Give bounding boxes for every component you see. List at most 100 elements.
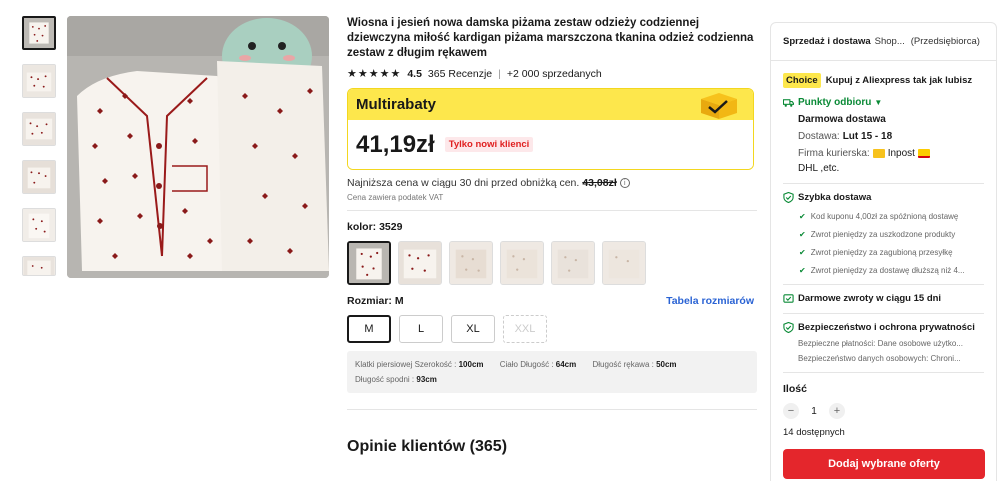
lowest-price-text: Najniższa cena w ciągu 30 dni przed obni… xyxy=(347,177,580,189)
reviews-link[interactable]: 365 Recenzje xyxy=(428,68,492,80)
quantity-label: Ilość xyxy=(783,383,807,395)
thumbnail-3[interactable] xyxy=(22,112,56,146)
color-swatch-2[interactable] xyxy=(398,241,442,285)
pickup-label: Punkty odbioru xyxy=(798,97,872,108)
seller-row: Sprzedaż i dostawa Shop... (Przedsiębior… xyxy=(771,23,996,61)
size-option-l[interactable]: L xyxy=(399,315,443,343)
security-item: Bezpieczne płatności: Dane osobowe użytk… xyxy=(798,339,963,348)
product-info: Wiosna i jesień nowa damska piżama zesta… xyxy=(347,16,757,456)
product-title: Wiosna i jesień nowa damska piżama zesta… xyxy=(347,17,754,59)
deal-body: 41,19zł Tylko nowi klienci xyxy=(348,120,753,169)
seller-label: Sprzedaż i dostawa xyxy=(783,36,871,47)
check-icon: ✔ xyxy=(799,212,806,221)
increase-button[interactable]: + xyxy=(829,403,845,419)
gift-box-icon xyxy=(701,93,737,119)
divider xyxy=(783,372,984,373)
opinions-title: Opinie klientów (365) xyxy=(347,438,508,455)
pickup-points[interactable]: Punkty odbioru ▼ xyxy=(783,97,984,108)
delivery-label: Dostawa: xyxy=(798,131,840,142)
return-icon xyxy=(783,294,794,303)
thumbnail-2[interactable] xyxy=(22,64,56,98)
old-price: 43,08zł xyxy=(582,177,617,189)
color-label: kolor: 3529 xyxy=(347,221,403,233)
courier-row: Firma kurierska: Inpost xyxy=(798,148,984,159)
thumbnail-6[interactable] xyxy=(22,256,56,276)
divider xyxy=(783,313,984,314)
choice-row: Choice Kupuj z Aliexpress tak jak lubisz xyxy=(783,73,984,88)
chevron-down-icon: ▼ xyxy=(874,98,883,107)
chest-measure: Klatki piersiowej Szerokość : 100cm xyxy=(355,360,484,369)
shield-icon xyxy=(783,322,794,333)
inpost-logo-icon xyxy=(872,149,885,158)
thumbnail-4[interactable] xyxy=(22,160,56,194)
rating-stars-icon: ★★★★★ xyxy=(347,68,402,80)
security-heading[interactable]: Bezpieczeństwo i ochrona prywatności xyxy=(783,322,984,333)
size-row: Rozmiar: M Tabela rozmiarów xyxy=(347,295,754,307)
measurements-box: Klatki piersiowej Szerokość : 100cm Ciał… xyxy=(347,351,757,393)
main-product-image[interactable] xyxy=(67,16,329,278)
divider xyxy=(783,284,984,285)
truck-icon xyxy=(783,99,794,107)
thumbnail-5[interactable] xyxy=(22,208,56,242)
thumbnail-1[interactable] xyxy=(22,16,56,50)
available-count: 14 dostępnych xyxy=(783,427,845,438)
guarantee-item: ✔ Zwrot pieniędzy za dostawę dłuższą niż … xyxy=(799,266,965,275)
measurements-line-1: Klatki piersiowej Szerokość : 100cm Ciał… xyxy=(355,357,749,372)
measurements-line-2: Długość spodni : 93cm xyxy=(355,372,749,387)
choice-text: Kupuj z Aliexpress tak jak lubisz xyxy=(825,75,973,86)
check-icon: ✔ xyxy=(799,248,806,257)
courier-label: Firma kurierska: xyxy=(798,148,870,159)
check-icon: ✔ xyxy=(799,230,806,239)
deal-label: Multirabaty xyxy=(356,96,437,113)
deal-box: Multirabaty 41,19zł Tylko nowi klienci xyxy=(347,88,754,170)
guarantee-item: ✔ Zwrot pieniędzy za uszkodzone produkty xyxy=(799,230,956,239)
choice-badge: Choice xyxy=(783,73,821,88)
color-swatch-6[interactable] xyxy=(602,241,646,285)
divider xyxy=(347,210,757,211)
sold-count: +2 000 sprzedanych xyxy=(506,67,602,80)
thumbnail-strip xyxy=(22,16,58,290)
free-returns-heading[interactable]: Darmowe zwroty w ciągu 15 dni xyxy=(783,293,984,304)
purchase-panel: Sprzedaż i dostawa Shop... (Przedsiębior… xyxy=(770,22,997,481)
courier-inpost: Inpost xyxy=(887,148,915,159)
color-swatch-1[interactable] xyxy=(347,241,391,285)
seller-type: (Przedsiębiorca) xyxy=(910,36,980,47)
guarantee-item: ✔ Zwrot pieniędzy za zagubioną przesyłkę xyxy=(799,248,953,257)
check-icon: ✔ xyxy=(799,266,806,275)
vat-note: Cena zawiera podatek VAT xyxy=(347,193,444,202)
guarantee-item: ✔ Kod kuponu 4,00zł za spóźnioną dostawę xyxy=(799,212,959,221)
size-options: M L XL XXL xyxy=(347,315,757,343)
color-swatch-5[interactable] xyxy=(551,241,595,285)
quantity-value[interactable]: 1 xyxy=(799,406,829,417)
lowest-price-info: Najniższa cena w ciągu 30 dni przed obni… xyxy=(347,177,757,189)
color-swatches xyxy=(347,241,757,285)
size-option-xl[interactable]: XL xyxy=(451,315,495,343)
fast-delivery-heading[interactable]: Szybka dostawa xyxy=(783,192,984,203)
size-label: Rozmiar: M xyxy=(347,295,404,307)
decrease-button[interactable]: − xyxy=(783,403,799,419)
sleeve-measure: Długość rękawa : 50cm xyxy=(592,360,677,369)
shield-check-icon xyxy=(783,192,794,203)
dhl-logo-icon xyxy=(917,149,930,158)
rating-value: 4.5 xyxy=(407,67,422,80)
size-option-m[interactable]: M xyxy=(347,315,391,343)
body-measure: Ciało Długość : 64cm xyxy=(499,360,577,369)
deal-header: Multirabaty xyxy=(348,89,753,120)
delivery-date-row: Dostawa: Lut 15 - 18 xyxy=(798,131,984,142)
pants-measure: Długość spodni : 93cm xyxy=(355,375,437,384)
size-option-xxl[interactable]: XXL xyxy=(503,315,547,343)
courier-rest: DHL ,etc. xyxy=(798,163,840,174)
divider xyxy=(347,409,757,410)
color-swatch-3[interactable] xyxy=(449,241,493,285)
shop-link[interactable]: Shop... xyxy=(875,36,905,47)
quantity-stepper: − 1 + xyxy=(783,403,984,419)
size-table-link[interactable]: Tabela rozmiarów xyxy=(666,295,754,307)
color-swatch-4[interactable] xyxy=(500,241,544,285)
price: 41,19zł xyxy=(356,130,435,158)
free-delivery: Darmowa dostawa xyxy=(798,114,886,125)
info-icon[interactable]: i xyxy=(619,178,630,188)
divider xyxy=(783,183,984,184)
add-to-cart-button[interactable]: Dodaj wybrane oferty xyxy=(783,449,985,479)
delivery-date: Lut 15 - 18 xyxy=(842,131,893,142)
rating-row: ★★★★★ 4.5 365 Recenzje | +2 000 sprzedan… xyxy=(347,67,757,81)
